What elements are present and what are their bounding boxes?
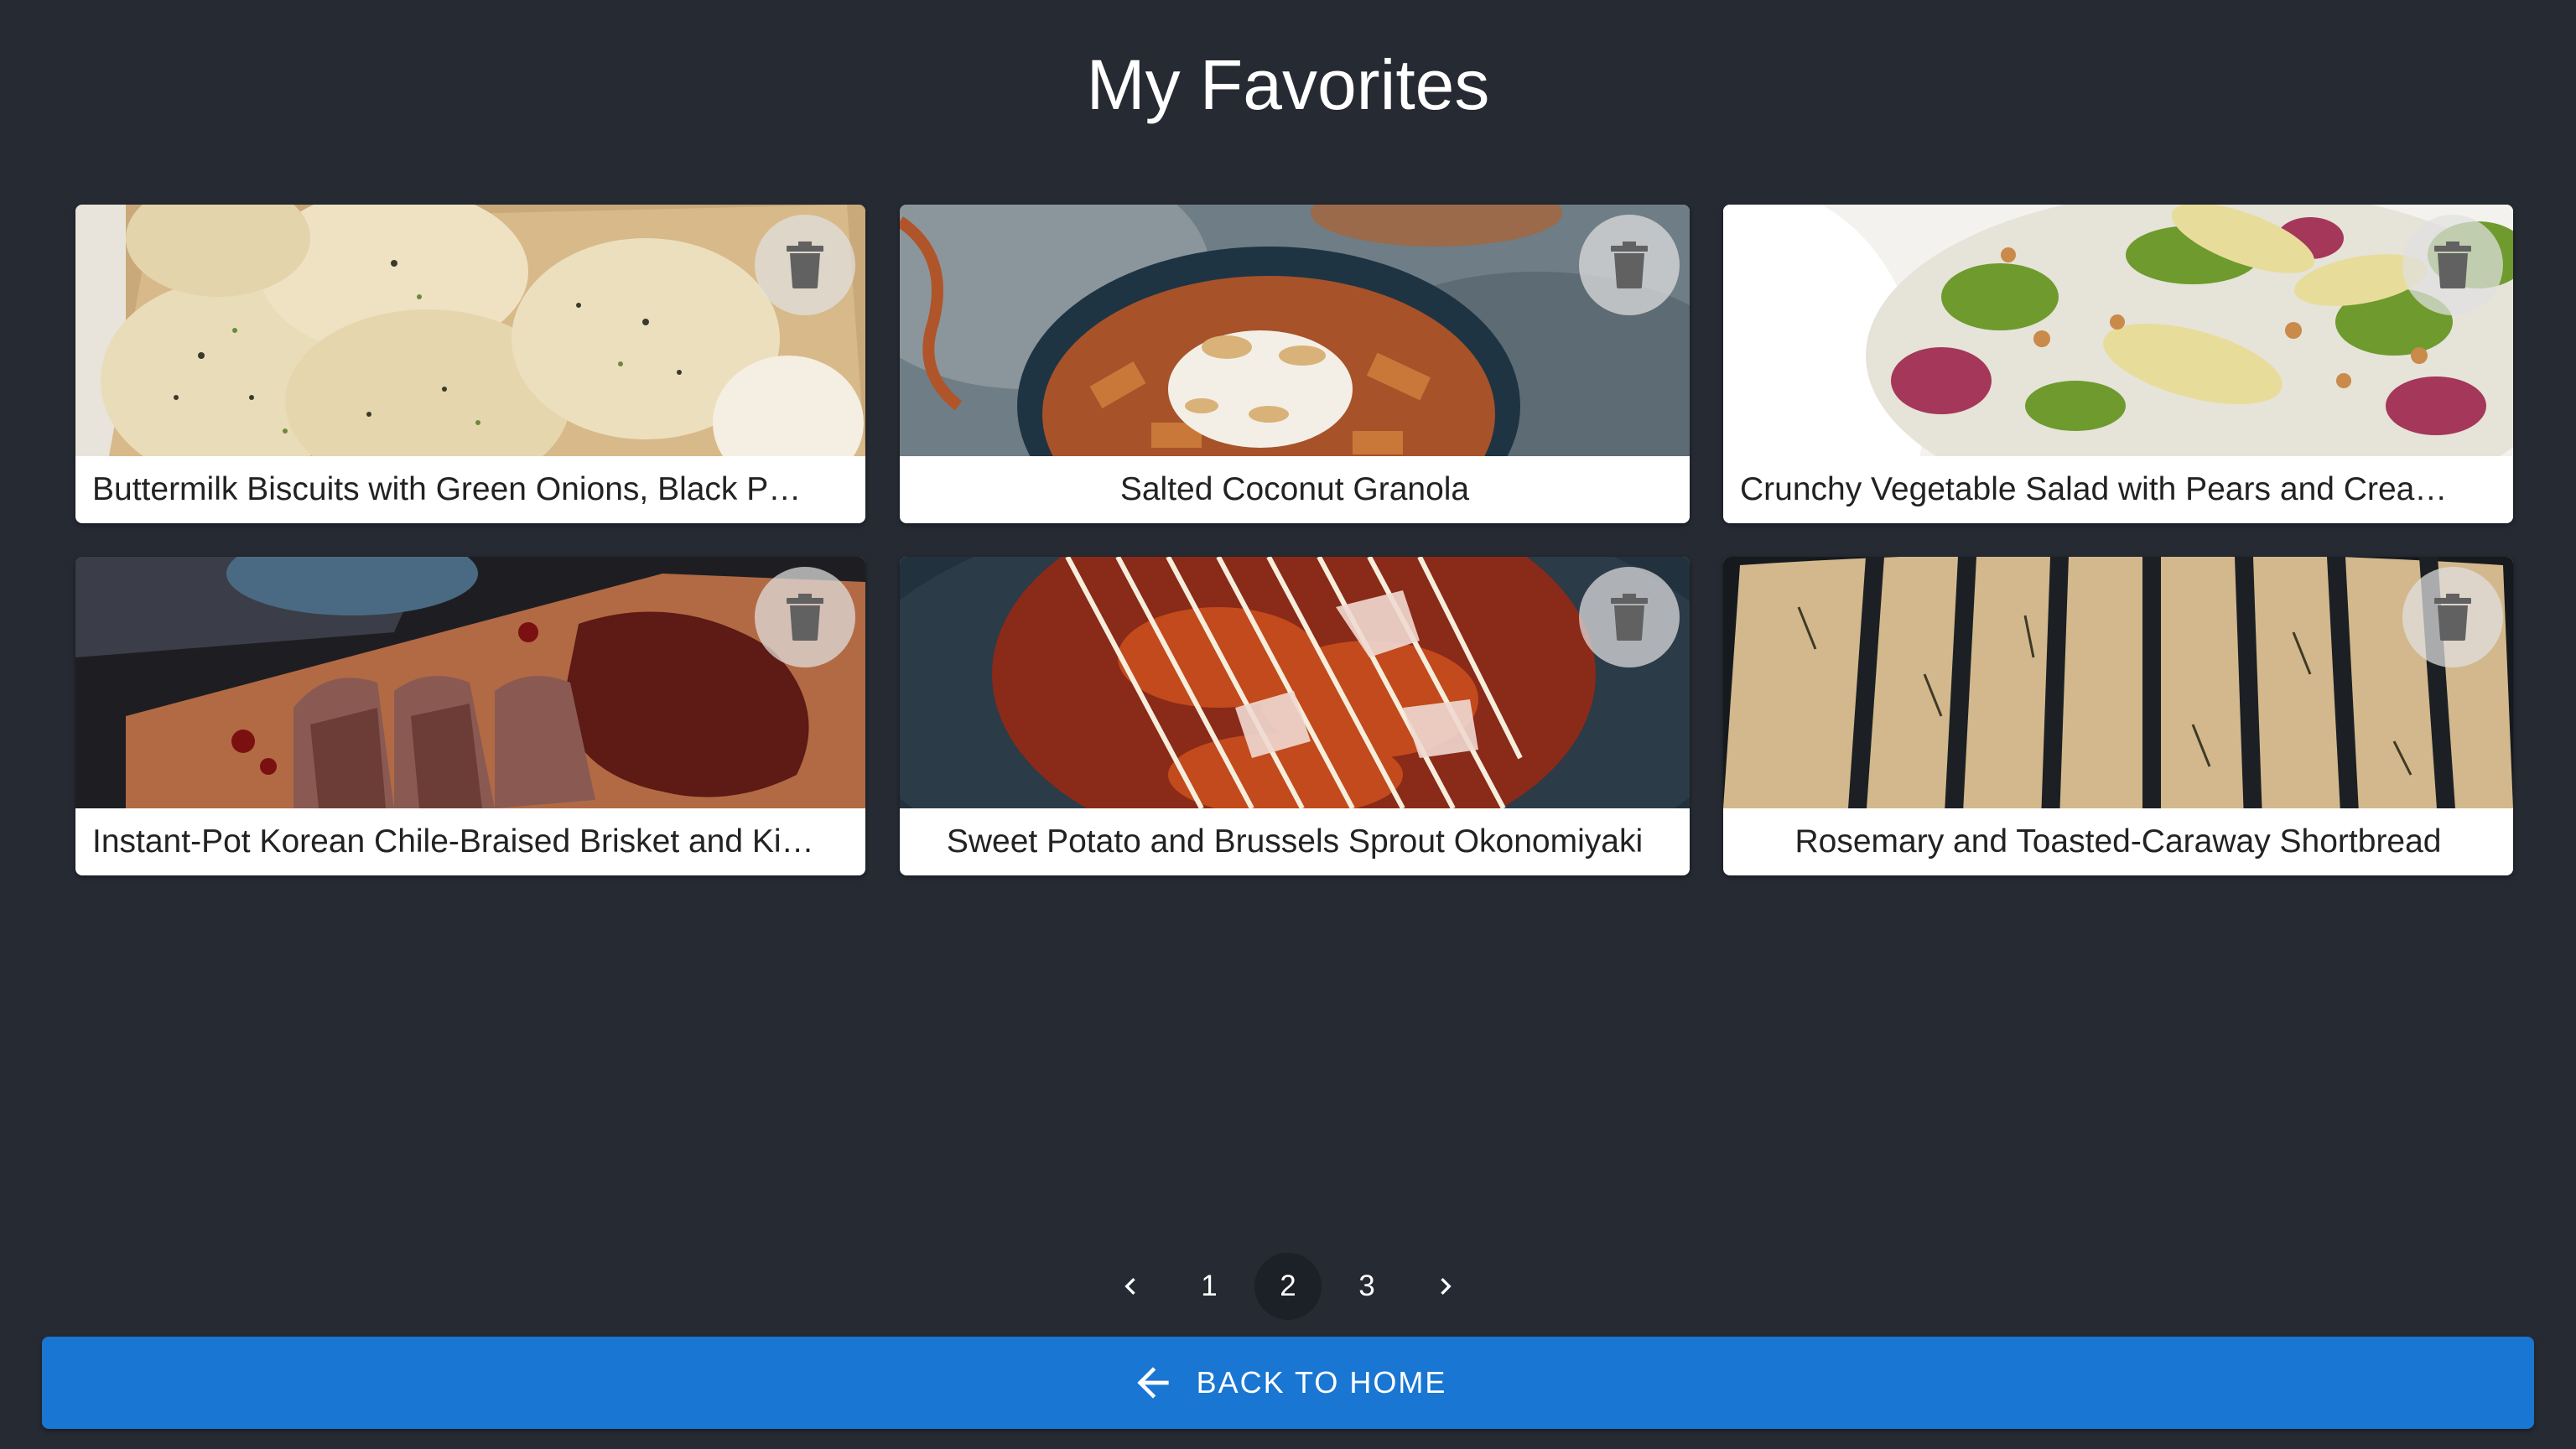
recipe-title: Crunchy Vegetable Salad with Pears and C… bbox=[1740, 471, 2448, 507]
delete-button[interactable] bbox=[1579, 567, 1680, 667]
recipe-image[interactable] bbox=[75, 557, 865, 808]
next-page-button[interactable] bbox=[1412, 1253, 1479, 1320]
delete-button[interactable] bbox=[755, 215, 855, 315]
previous-page-button[interactable] bbox=[1097, 1253, 1164, 1320]
page-button-3[interactable]: 3 bbox=[1333, 1253, 1400, 1320]
trash-icon bbox=[2434, 594, 2471, 641]
back-to-home-label: BACK TO HOME bbox=[1196, 1365, 1447, 1400]
recipe-image[interactable] bbox=[900, 557, 1690, 808]
delete-button[interactable] bbox=[755, 567, 855, 667]
delete-button[interactable] bbox=[1579, 215, 1680, 315]
page-title: My Favorites bbox=[1086, 45, 1490, 124]
trash-icon bbox=[2434, 242, 2471, 288]
pagination: 1 2 3 bbox=[0, 1246, 2576, 1327]
recipe-image[interactable] bbox=[75, 205, 865, 456]
recipe-image[interactable] bbox=[1723, 205, 2513, 456]
chevron-left-icon bbox=[1124, 1278, 1135, 1295]
recipe-title: Salted Coconut Granola bbox=[1119, 471, 1470, 507]
page-button-1[interactable]: 1 bbox=[1176, 1253, 1243, 1320]
favorite-card[interactable]: Sweet Potato and Brussels Sprout Okonomi… bbox=[900, 557, 1690, 875]
recipe-title: Buttermilk Biscuits with Green Onions, B… bbox=[92, 471, 802, 507]
trash-icon bbox=[1611, 594, 1648, 641]
delete-button[interactable] bbox=[2402, 215, 2503, 315]
favorites-page: My Favorites Buttermilk Biscuits with Gr… bbox=[0, 0, 2576, 1449]
recipe-title: Sweet Potato and Brussels Sprout Okonomi… bbox=[946, 823, 1644, 860]
recipe-image[interactable] bbox=[1723, 557, 2513, 808]
favorite-card[interactable]: Instant-Pot Korean Chile-Braised Brisket… bbox=[75, 557, 865, 875]
delete-button[interactable] bbox=[2402, 567, 2503, 667]
favorite-card[interactable]: Buttermilk Biscuits with Green Onions, B… bbox=[75, 205, 865, 523]
favorite-card[interactable]: Crunchy Vegetable Salad with Pears and C… bbox=[1723, 205, 2513, 523]
trash-icon bbox=[787, 242, 823, 288]
favorite-card[interactable]: Rosemary and Toasted-Caraway Shortbread bbox=[1723, 557, 2513, 875]
back-to-home-button[interactable]: BACK TO HOME bbox=[42, 1337, 2534, 1429]
recipe-title: Instant-Pot Korean Chile-Braised Brisket… bbox=[92, 823, 814, 860]
trash-icon bbox=[787, 594, 823, 641]
trash-icon bbox=[1611, 242, 1648, 288]
recipe-title: Rosemary and Toasted-Caraway Shortbread bbox=[1794, 823, 2442, 860]
page-button-2[interactable]: 2 bbox=[1254, 1253, 1322, 1320]
chevron-right-icon bbox=[1441, 1278, 1452, 1295]
recipe-image[interactable] bbox=[900, 205, 1690, 456]
favorite-card[interactable]: Salted Coconut Granola bbox=[900, 205, 1690, 523]
arrow-left-icon bbox=[1136, 1367, 1169, 1399]
